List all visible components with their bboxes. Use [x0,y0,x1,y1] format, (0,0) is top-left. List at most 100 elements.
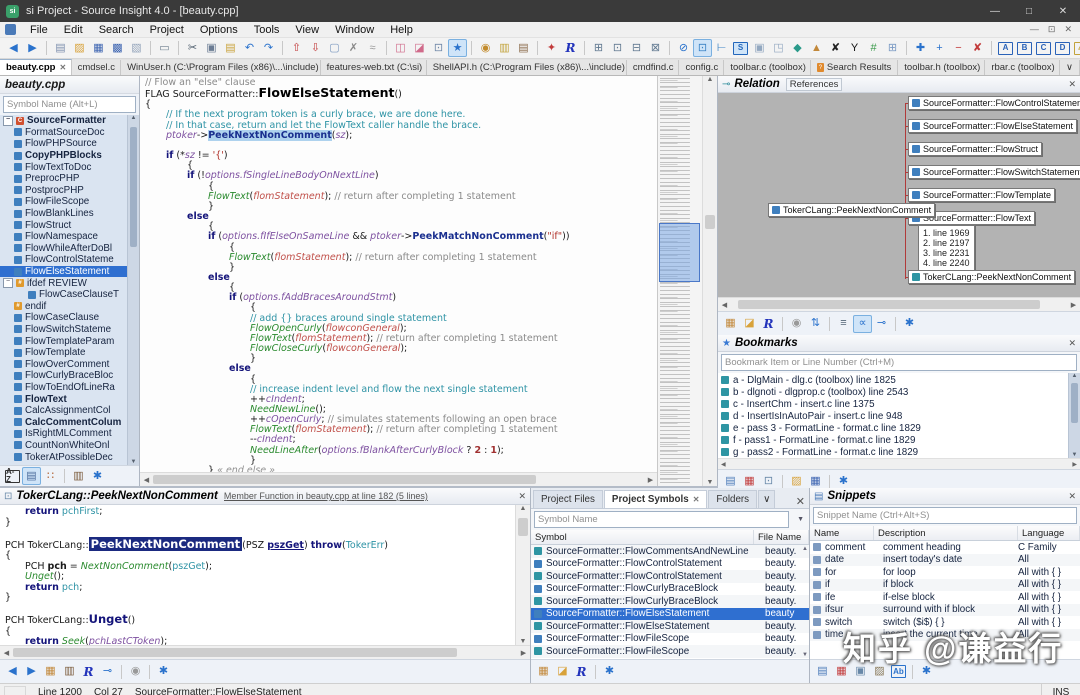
symbol-tree-item[interactable]: FlowFileScope [0,196,127,208]
symbol-tree-item[interactable]: FlowText [0,393,127,405]
editor-horizontal-scrollbar[interactable]: ◀ ▶ [140,472,657,486]
symbol-row[interactable]: SourceFormatter::FlowCurlyBraceBlockbeau… [531,583,809,596]
minimap-viewport[interactable] [659,223,700,282]
tab-project-symbols[interactable]: Project Symbols✕ [604,490,707,508]
bookmark-scrollbar[interactable]: ▲ ▼ [1068,373,1080,458]
bookmark-item[interactable]: f - pass1 - FormatLine - format.c line 1… [718,434,1068,446]
file-tab[interactable]: beauty.cpp✕ [0,59,72,75]
merge-tool-icon[interactable]: Y [845,39,864,57]
symbol-tree-item[interactable]: FlowStruct [0,219,127,231]
outline-view-icon[interactable]: ≡ [834,315,853,333]
new-snippet-icon[interactable]: ▤ [813,663,832,681]
scroll-up-icon[interactable]: ▲ [802,546,808,552]
scroll-right-icon[interactable]: ▶ [517,649,530,657]
style-c-icon[interactable]: C [1036,42,1051,55]
help-book-icon[interactable]: ▤ [514,39,533,57]
tab-overflow-chevron[interactable]: ∨ [1060,60,1080,75]
forward-icon[interactable]: ▶ [23,39,42,57]
context-save-icon[interactable]: ▦ [41,663,60,681]
symbol-row[interactable]: SourceFormatter::FlowControlStatementbea… [531,570,809,583]
bookmark-item[interactable]: g - pass2 - FormatLine - format.c line 1… [718,446,1068,458]
grid-view-icon[interactable]: ⊞ [883,39,902,57]
symbol-options-gear-icon[interactable]: ✱ [600,663,619,681]
symbol-tree-item[interactable]: CalcCommentColum [0,416,127,428]
symbol-tree-item[interactable]: IsRightMLComment [0,428,127,440]
menu-file[interactable]: File [22,24,56,36]
scroll-left-icon[interactable]: ◀ [140,476,153,484]
relation-subtitle[interactable]: References [786,78,843,91]
file-tab[interactable]: WinUser.h (C:\Program Files (x86)\...\in… [121,60,321,75]
snippet-row[interactable]: ifeif-else blockAll with { } [810,591,1080,604]
bookmark-horizontal-scrollbar[interactable]: ◀▶ [718,458,1080,469]
relation-root-node[interactable]: TokerCLang::PeekNextNonComment [768,203,935,217]
view-list-icon[interactable]: ▤ [22,467,41,485]
tile-grid-icon[interactable]: ⊞ [589,39,608,57]
lock-context-icon[interactable]: ◉ [476,39,495,57]
remove-indent-icon[interactable]: − [949,39,968,57]
cut-icon[interactable]: ✂ [183,39,202,57]
reference-line-item[interactable]: 1. line 1969 [923,228,970,238]
file-tab[interactable]: ?Search Results [811,60,898,75]
menu-view[interactable]: View [287,24,327,36]
symbol-tree-item[interactable]: CopyPHPBlocks [0,150,127,162]
symbol-row[interactable]: SourceFormatter::FlowControlStatementbea… [531,558,809,571]
symbol-tree[interactable]: −CSourceFormatterFormatSourceDocFlowPHPS… [0,115,127,465]
symbol-tree-item[interactable]: FlowTemplate [0,347,127,359]
symbol-tree-item[interactable]: FlowCaseClauseT [0,289,127,301]
symbol-tree-item[interactable]: PostprocPHP [0,185,127,197]
mdi-restore-icon[interactable]: ⊡ [1048,24,1056,35]
copy-relation-image-icon[interactable]: ◪ [740,315,759,333]
relation-horizontal-scrollbar[interactable]: ◀ ▶ [718,297,1080,311]
menu-tools[interactable]: Tools [246,24,288,36]
relation-node[interactable]: SourceFormatter::FlowStruct [908,142,1042,156]
snippet-row[interactable]: dateinsert today's dateAll [810,554,1080,567]
menu-project[interactable]: Project [142,24,192,36]
save-icon[interactable]: ▦ [89,39,108,57]
scroll-right-icon[interactable]: ▶ [644,476,657,484]
add-line-icon[interactable]: ✚ [911,39,930,57]
redo-icon[interactable]: ↷ [259,39,278,57]
new-file-icon[interactable]: ▤ [51,39,70,57]
file-tab[interactable]: features-web.txt (C:\si) [321,60,427,75]
open-file-icon[interactable]: ▨ [70,39,89,57]
symbol-tree-item[interactable]: FlowPHPSource [0,138,127,150]
bookmarks-close-icon[interactable]: ✕ [1068,338,1076,349]
symbol-tree-scrollbar[interactable]: ▲ ▼ [127,115,139,465]
copy-symbol-list-icon[interactable]: ◪ [553,663,572,681]
symbol-tree-item[interactable]: FlowElseStatement [0,266,127,278]
relation-node[interactable]: TokerCLang::PeekNextNonComment [908,270,1075,284]
tab-overflow-chevron[interactable]: ∨ [758,490,775,508]
bookmark-search-input[interactable] [721,354,1077,371]
flag-icon[interactable]: ✦ [542,39,561,57]
project-window-icon[interactable]: ◳ [769,39,788,57]
column-description[interactable]: Description [874,526,1018,540]
menu-help[interactable]: Help [382,24,421,36]
relation-options-gear-icon[interactable]: ✱ [900,315,919,333]
editor-code-area[interactable]: // Flow an "else" clauseFLAG SourceForma… [140,76,657,472]
mdi-minimize-icon[interactable]: — [1030,24,1039,35]
symbol-row[interactable]: SourceFormatter::FlowElseStatementbeauty… [531,620,809,633]
symbol-tree-item[interactable]: FlowCaseClause [0,312,127,324]
symbol-row[interactable]: SourceFormatter::FlowFileScopebeauty. [531,633,809,646]
script-r-icon[interactable]: R [79,663,98,681]
tile-single-icon[interactable]: ⊡ [608,39,627,57]
context-lock-icon[interactable]: ◉ [126,663,145,681]
context-horizontal-scrollbar[interactable]: ◀ ▶ [0,645,530,659]
save-symbol-list-icon[interactable]: ▦ [534,663,553,681]
reference-line-item[interactable]: 4. line 2240 [923,258,970,268]
context-code-area[interactable]: return pchFirst;} PCH TokerCLang::PeekNe… [0,505,515,645]
scroll-up-icon[interactable]: ▲ [707,76,714,83]
view-clip-icon[interactable]: ▢ [325,39,344,57]
symbol-tree-item[interactable]: FlowToEndOfLineRa [0,382,127,394]
context-close-icon[interactable]: ✕ [518,491,526,502]
xref-icon[interactable]: ✗ [344,39,363,57]
browse-mode-icon[interactable]: ⊘ [674,39,693,57]
load-file-icon[interactable]: ⇧ [287,39,306,57]
close-button[interactable]: ✕ [1046,0,1080,22]
symbol-tree-item[interactable]: CountNonWhiteOnl [0,440,127,452]
view-groups-icon[interactable]: ∷ [41,467,60,485]
minimize-button[interactable]: — [978,0,1012,22]
refresh-relation-icon[interactable]: ⇅ [806,315,825,333]
column-name[interactable]: Name [810,526,874,540]
script-r-icon[interactable]: R [759,315,778,333]
